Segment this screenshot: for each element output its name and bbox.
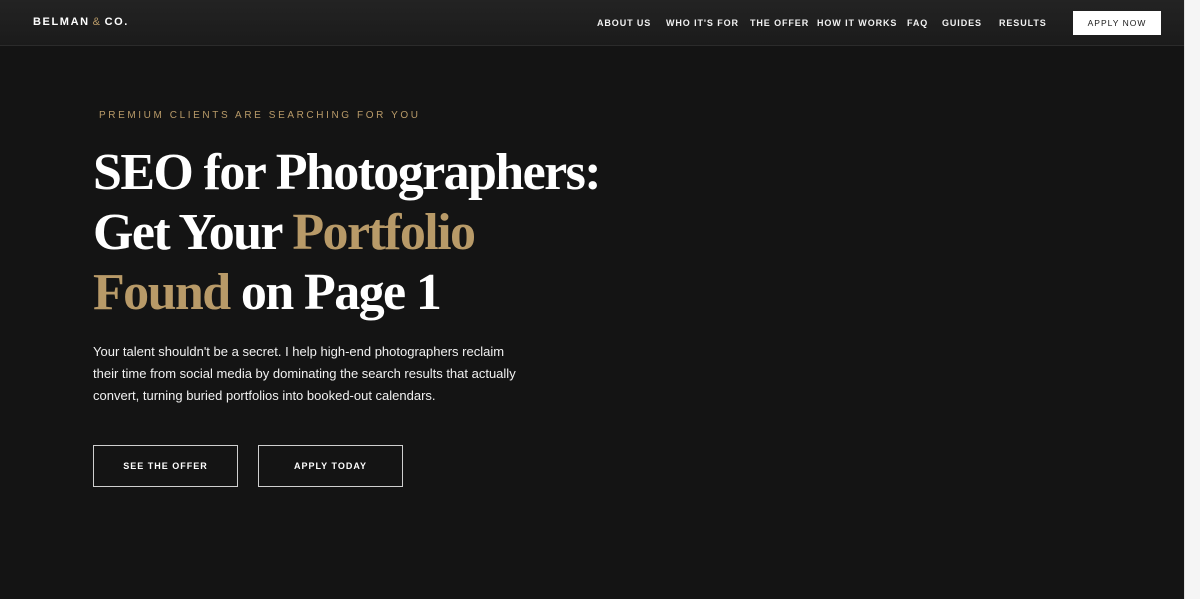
- description-line: Your talent shouldn't be a secret. I hel…: [93, 344, 505, 359]
- headline-line-3: Found on Page 1: [93, 263, 613, 323]
- apply-today-button[interactable]: APPLY TODAY: [258, 445, 403, 487]
- nav-about-us[interactable]: ABOUT US: [597, 18, 651, 28]
- headline-on-page-1: on Page 1: [229, 264, 442, 321]
- nav-the-offer[interactable]: THE OFFER: [750, 18, 809, 28]
- nav-faq[interactable]: FAQ: [907, 18, 928, 28]
- logo-name: BELMAN: [33, 16, 90, 28]
- hero-headline: SEO for Photographers: Get Your Portfoli…: [93, 143, 613, 323]
- nav-how-it-works[interactable]: HOW IT WORKS: [817, 18, 897, 28]
- page: BELMAN & CO. ABOUT US WHO IT'S FOR THE OFF…: [0, 0, 1200, 599]
- headline-portfolio: Portfolio: [292, 204, 476, 261]
- headline-found: Found: [93, 264, 231, 321]
- see-the-offer-button[interactable]: SEE THE OFFER: [93, 445, 238, 487]
- nav-who-its-for[interactable]: WHO IT'S FOR: [666, 18, 739, 28]
- nav-results[interactable]: RESULTS: [999, 18, 1047, 28]
- hero-eyebrow: PREMIUM CLIENTS ARE SEARCHING FOR YOU: [99, 110, 421, 121]
- description-line: convert, turning buried portfolios into …: [93, 388, 436, 403]
- logo-ampersand: &: [92, 16, 102, 28]
- description-line: their time from social media by dominati…: [93, 366, 516, 381]
- headline-get-your: Get Your: [93, 204, 293, 261]
- apply-now-button[interactable]: APPLY NOW: [1073, 11, 1161, 35]
- hero-description: Your talent shouldn't be a secret. I hel…: [93, 341, 533, 407]
- logo-suffix: CO.: [104, 16, 129, 28]
- brand-logo[interactable]: BELMAN & CO.: [33, 16, 129, 28]
- site-header: BELMAN & CO. ABOUT US WHO IT'S FOR THE OFF…: [0, 0, 1184, 46]
- nav-guides[interactable]: GUIDES: [942, 18, 982, 28]
- page-scrollbar[interactable]: [1184, 0, 1200, 599]
- headline-line-2: Get Your Portfolio: [93, 203, 613, 263]
- headline-line-1: SEO for Photographers:: [93, 144, 602, 201]
